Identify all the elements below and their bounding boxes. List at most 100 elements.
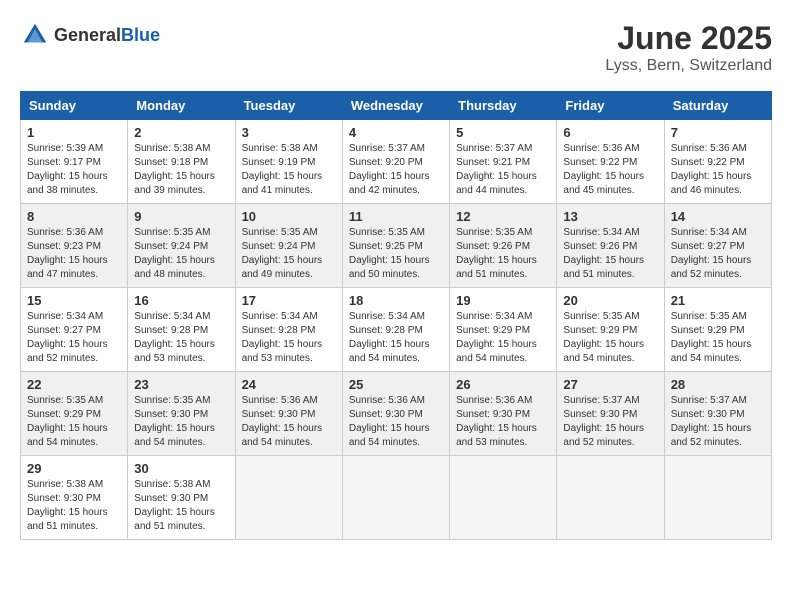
- day-info: Sunrise: 5:36 AMSunset: 9:30 PMDaylight:…: [242, 394, 336, 450]
- day-info: Sunrise: 5:36 AMSunset: 9:30 PMDaylight:…: [349, 394, 443, 450]
- day-info: Sunrise: 5:34 AMSunset: 9:28 PMDaylight:…: [349, 310, 443, 366]
- day-number: 18: [349, 293, 443, 308]
- day-info: Sunrise: 5:38 AMSunset: 9:19 PMDaylight:…: [242, 142, 336, 198]
- calendar-cell: 25Sunrise: 5:36 AMSunset: 9:30 PMDayligh…: [342, 372, 449, 456]
- day-number: 3: [242, 125, 336, 140]
- day-number: 17: [242, 293, 336, 308]
- header-friday: Friday: [557, 92, 664, 120]
- day-info: Sunrise: 5:34 AMSunset: 9:27 PMDaylight:…: [27, 310, 121, 366]
- logo-general: General: [54, 25, 121, 45]
- calendar-cell: 27 Sunrise: 5:37 AMSunset: 9:30 PMDayligh…: [557, 372, 664, 456]
- day-number: 11: [349, 209, 443, 224]
- calendar-cell: 15 Sunrise: 5:34 AMSunset: 9:27 PMDayligh…: [21, 288, 128, 372]
- day-info: Sunrise: 5:36 AMSunset: 9:22 PMDaylight:…: [671, 142, 765, 198]
- calendar-cell: [664, 456, 771, 540]
- day-number: 12: [456, 209, 550, 224]
- day-info: Sunrise: 5:37 AMSunset: 9:21 PMDaylight:…: [456, 142, 550, 198]
- calendar-cell: 30Sunrise: 5:38 AMSunset: 9:30 PMDayligh…: [128, 456, 235, 540]
- calendar-cell: 26 Sunrise: 5:36 AMSunset: 9:30 PMDayligh…: [450, 372, 557, 456]
- header-monday: Monday: [128, 92, 235, 120]
- day-info: Sunrise: 5:35 AMSunset: 9:29 PMDaylight:…: [27, 394, 121, 450]
- calendar-cell: 2 Sunrise: 5:38 AMSunset: 9:18 PMDaylight…: [128, 120, 235, 204]
- day-info: Sunrise: 5:34 AMSunset: 9:28 PMDaylight:…: [134, 310, 228, 366]
- day-number: 22: [27, 377, 121, 392]
- calendar-cell: 6 Sunrise: 5:36 AMSunset: 9:22 PMDaylight…: [557, 120, 664, 204]
- day-info: Sunrise: 5:34 AMSunset: 9:26 PMDaylight:…: [563, 226, 657, 282]
- day-info: Sunrise: 5:37 AMSunset: 9:20 PMDaylight:…: [349, 142, 443, 198]
- calendar-cell: 23 Sunrise: 5:35 AMSunset: 9:30 PMDayligh…: [128, 372, 235, 456]
- day-number: 10: [242, 209, 336, 224]
- day-info: Sunrise: 5:38 AMSunset: 9:18 PMDaylight:…: [134, 142, 228, 198]
- logo-blue: Blue: [121, 25, 160, 45]
- day-info: Sunrise: 5:37 AMSunset: 9:30 PMDaylight:…: [563, 394, 657, 450]
- calendar-header-row: SundayMondayTuesdayWednesdayThursdayFrid…: [21, 92, 772, 120]
- calendar-cell: 14Sunrise: 5:34 AMSunset: 9:27 PMDayligh…: [664, 204, 771, 288]
- header-tuesday: Tuesday: [235, 92, 342, 120]
- day-info: Sunrise: 5:34 AMSunset: 9:27 PMDaylight:…: [671, 226, 765, 282]
- calendar-cell: 9Sunrise: 5:35 AMSunset: 9:24 PMDaylight…: [128, 204, 235, 288]
- calendar-week-1: 1Sunrise: 5:39 AMSunset: 9:17 PMDaylight…: [21, 120, 772, 204]
- day-info: Sunrise: 5:36 AMSunset: 9:30 PMDaylight:…: [456, 394, 550, 450]
- day-number: 28: [671, 377, 765, 392]
- calendar-cell: [235, 456, 342, 540]
- day-number: 26: [456, 377, 550, 392]
- day-info: Sunrise: 5:36 AMSunset: 9:22 PMDaylight:…: [563, 142, 657, 198]
- calendar-week-4: 22 Sunrise: 5:35 AMSunset: 9:29 PMDayligh…: [21, 372, 772, 456]
- calendar-cell: 4 Sunrise: 5:37 AMSunset: 9:20 PMDaylight…: [342, 120, 449, 204]
- calendar-cell: [342, 456, 449, 540]
- day-number: 1: [27, 125, 121, 140]
- location-title: Lyss, Bern, Switzerland: [605, 57, 772, 75]
- day-info: Sunrise: 5:35 AMSunset: 9:26 PMDaylight:…: [456, 226, 550, 282]
- calendar-cell: 17 Sunrise: 5:34 AMSunset: 9:28 PMDayligh…: [235, 288, 342, 372]
- day-info: Sunrise: 5:38 AMSunset: 9:30 PMDaylight:…: [27, 478, 121, 534]
- calendar-cell: [557, 456, 664, 540]
- day-number: 8: [27, 209, 121, 224]
- day-info: Sunrise: 5:35 AMSunset: 9:30 PMDaylight:…: [134, 394, 228, 450]
- logo-icon: [20, 20, 50, 50]
- day-info: Sunrise: 5:37 AMSunset: 9:30 PMDaylight:…: [671, 394, 765, 450]
- calendar-week-2: 8 Sunrise: 5:36 AMSunset: 9:23 PMDaylight…: [21, 204, 772, 288]
- calendar-cell: 20Sunrise: 5:35 AMSunset: 9:29 PMDayligh…: [557, 288, 664, 372]
- day-info: Sunrise: 5:34 AMSunset: 9:29 PMDaylight:…: [456, 310, 550, 366]
- day-info: Sunrise: 5:36 AMSunset: 9:23 PMDaylight:…: [27, 226, 121, 282]
- calendar-cell: 28 Sunrise: 5:37 AMSunset: 9:30 PMDayligh…: [664, 372, 771, 456]
- day-number: 24: [242, 377, 336, 392]
- day-number: 29: [27, 461, 121, 476]
- calendar-cell: 18 Sunrise: 5:34 AMSunset: 9:28 PMDayligh…: [342, 288, 449, 372]
- day-info: Sunrise: 5:35 AMSunset: 9:24 PMDaylight:…: [242, 226, 336, 282]
- calendar-cell: 5 Sunrise: 5:37 AMSunset: 9:21 PMDaylight…: [450, 120, 557, 204]
- header-sunday: Sunday: [21, 92, 128, 120]
- day-info: Sunrise: 5:34 AMSunset: 9:28 PMDaylight:…: [242, 310, 336, 366]
- calendar-cell: 11Sunrise: 5:35 AMSunset: 9:25 PMDayligh…: [342, 204, 449, 288]
- day-info: Sunrise: 5:35 AMSunset: 9:24 PMDaylight:…: [134, 226, 228, 282]
- day-number: 4: [349, 125, 443, 140]
- day-number: 16: [134, 293, 228, 308]
- calendar-cell: 22 Sunrise: 5:35 AMSunset: 9:29 PMDayligh…: [21, 372, 128, 456]
- day-number: 21: [671, 293, 765, 308]
- logo: GeneralBlue: [20, 20, 160, 50]
- calendar-cell: 13Sunrise: 5:34 AMSunset: 9:26 PMDayligh…: [557, 204, 664, 288]
- header: GeneralBlue June 2025 Lyss, Bern, Switze…: [20, 20, 772, 75]
- day-number: 20: [563, 293, 657, 308]
- calendar-cell: 16 Sunrise: 5:34 AMSunset: 9:28 PMDayligh…: [128, 288, 235, 372]
- month-title: June 2025: [605, 20, 772, 57]
- calendar-cell: 21 Sunrise: 5:35 AMSunset: 9:29 PMDayligh…: [664, 288, 771, 372]
- day-number: 27: [563, 377, 657, 392]
- calendar-cell: 10 Sunrise: 5:35 AMSunset: 9:24 PMDayligh…: [235, 204, 342, 288]
- day-number: 23: [134, 377, 228, 392]
- calendar-cell: 29 Sunrise: 5:38 AMSunset: 9:30 PMDayligh…: [21, 456, 128, 540]
- day-number: 2: [134, 125, 228, 140]
- calendar-week-5: 29 Sunrise: 5:38 AMSunset: 9:30 PMDayligh…: [21, 456, 772, 540]
- day-number: 15: [27, 293, 121, 308]
- day-number: 6: [563, 125, 657, 140]
- calendar: SundayMondayTuesdayWednesdayThursdayFrid…: [20, 91, 772, 540]
- calendar-cell: 3 Sunrise: 5:38 AMSunset: 9:19 PMDaylight…: [235, 120, 342, 204]
- day-info: Sunrise: 5:35 AMSunset: 9:29 PMDaylight:…: [671, 310, 765, 366]
- day-number: 30: [134, 461, 228, 476]
- header-wednesday: Wednesday: [342, 92, 449, 120]
- header-saturday: Saturday: [664, 92, 771, 120]
- title-area: June 2025 Lyss, Bern, Switzerland: [605, 20, 772, 75]
- calendar-cell: 7Sunrise: 5:36 AMSunset: 9:22 PMDaylight…: [664, 120, 771, 204]
- day-number: 5: [456, 125, 550, 140]
- header-thursday: Thursday: [450, 92, 557, 120]
